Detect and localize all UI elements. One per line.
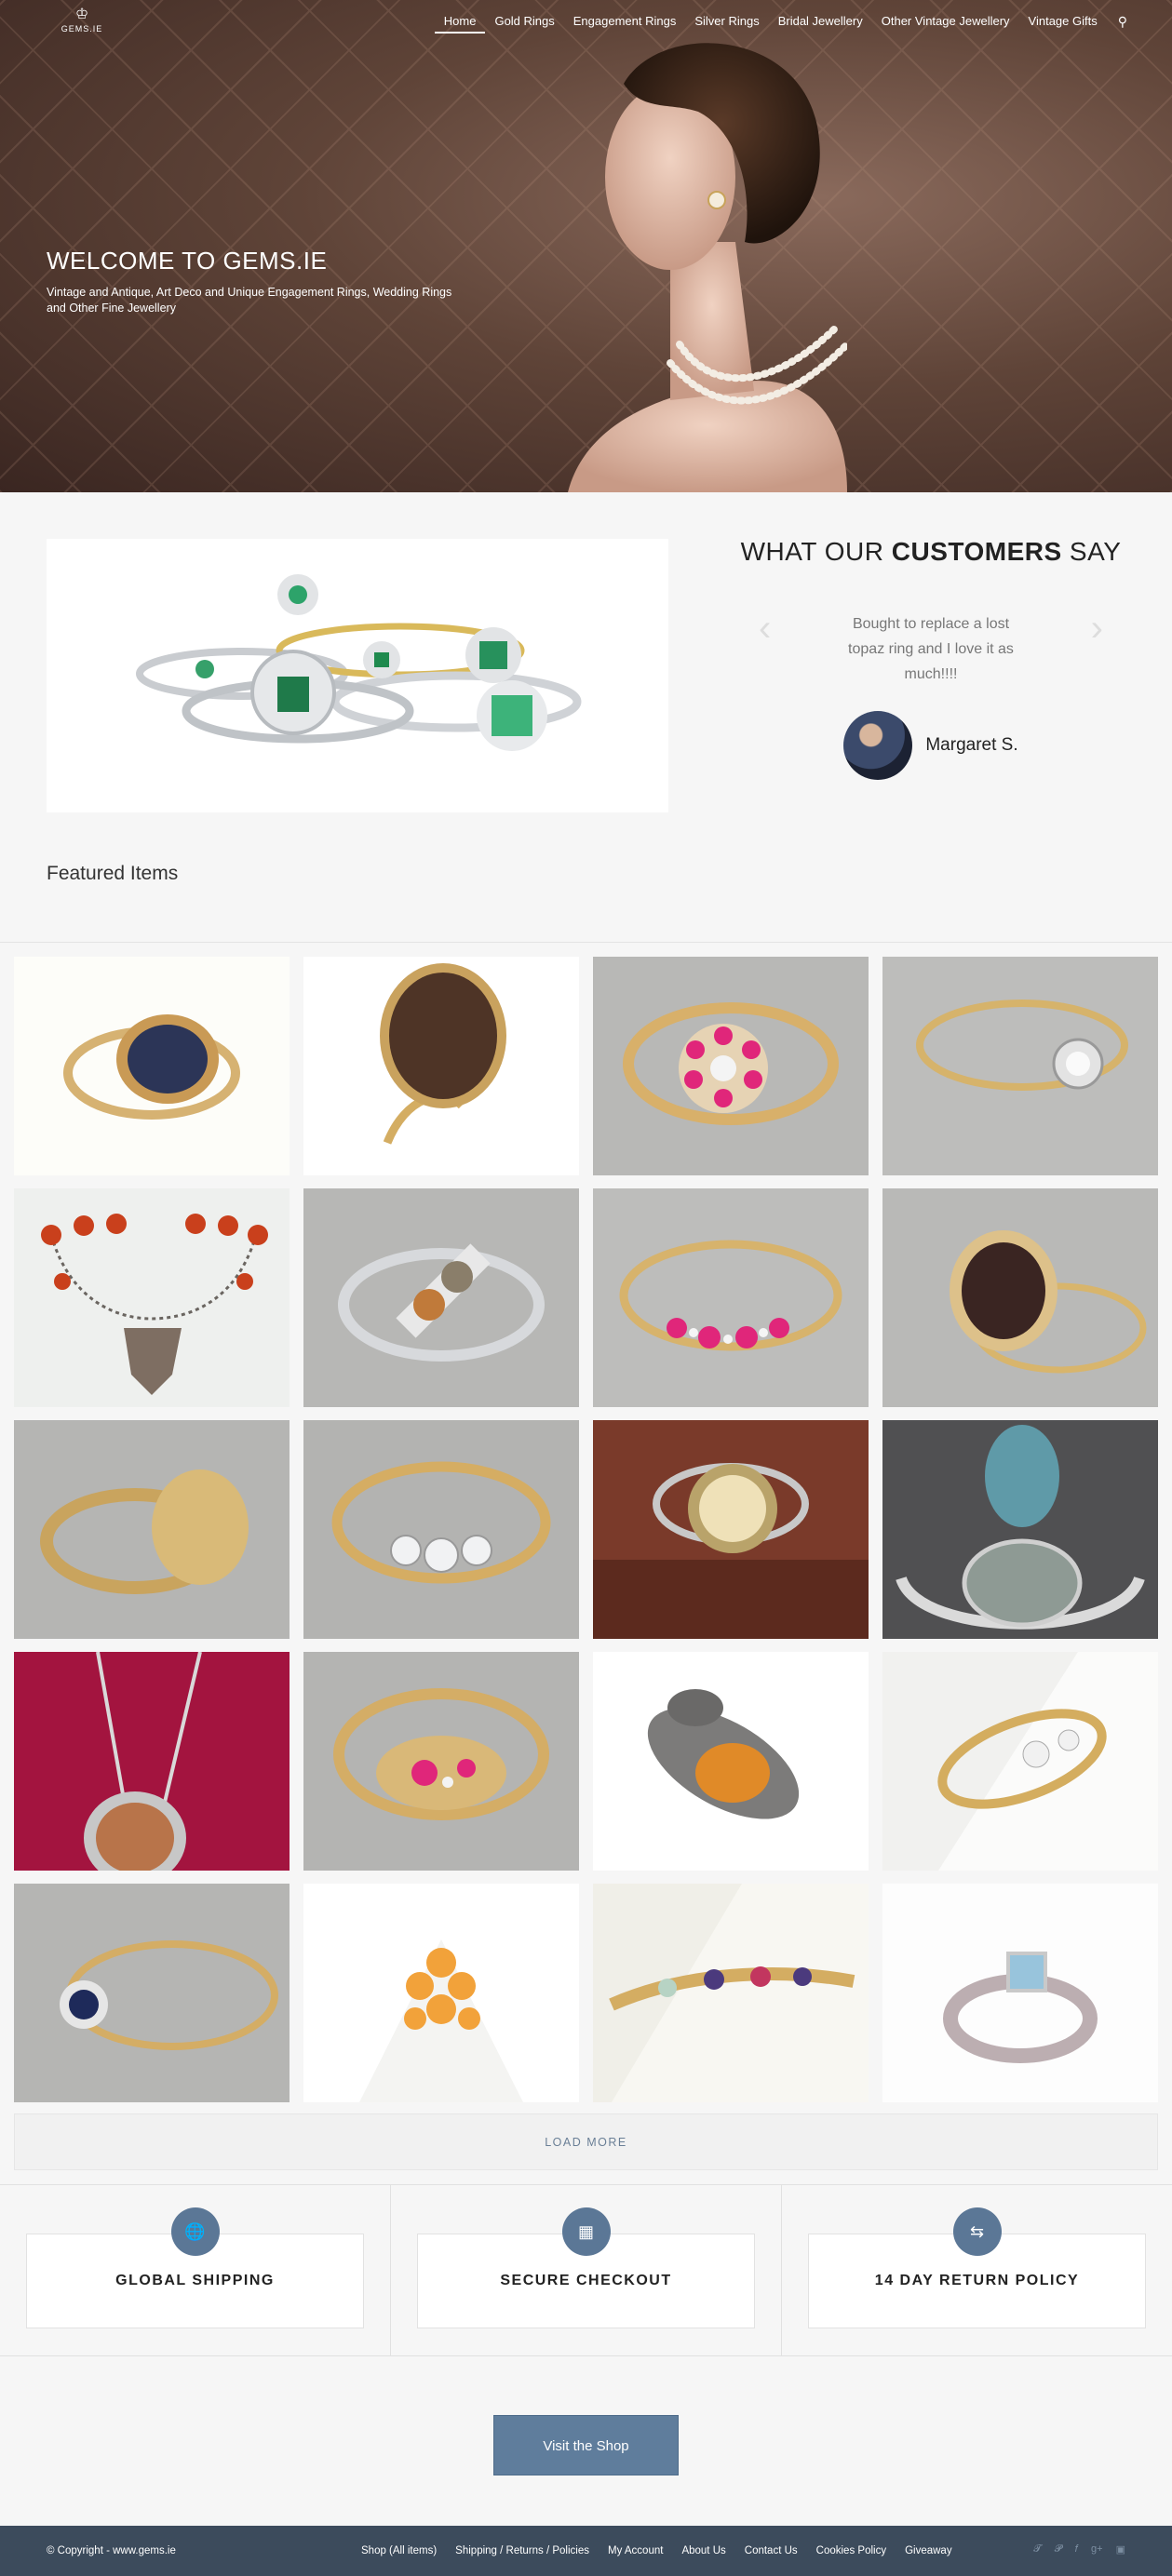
rings-showcase-image — [47, 539, 668, 812]
featured-items-heading: Featured Items — [47, 863, 179, 884]
globe-icon: 🌐 — [170, 2207, 220, 2256]
product-tile[interactable] — [593, 1652, 869, 1871]
testimonial-block: WHAT OUR CUSTOMERS SAY ‹ › Bought to rep… — [721, 537, 1140, 780]
product-tile[interactable] — [303, 1652, 579, 1871]
copyright: © Copyright - www.gems.ie — [47, 2545, 176, 2556]
gplus-icon[interactable]: g+ — [1091, 2543, 1103, 2556]
chevron-right-icon[interactable]: › — [1091, 610, 1103, 647]
product-tile[interactable] — [882, 1884, 1158, 2102]
nav-home[interactable]: Home — [434, 11, 486, 34]
hero-text: WELCOME TO GEMS.IE Vintage and Antique, … — [47, 247, 456, 316]
lock-icon: ▦ — [561, 2207, 611, 2256]
nav-gold-rings[interactable]: Gold Rings — [485, 11, 563, 34]
testimonial-name: Margaret S. — [925, 735, 1018, 755]
site-footer: © Copyright - www.gems.ie Shop (All item… — [0, 2526, 1172, 2576]
nav-vintage-gifts[interactable]: Vintage Gifts — [1019, 11, 1107, 34]
product-tile[interactable] — [14, 1652, 290, 1871]
footer-link-about[interactable]: About Us — [681, 2545, 725, 2556]
product-tile[interactable] — [882, 957, 1158, 1175]
footer-link-contact[interactable]: Contact Us — [745, 2545, 798, 2556]
product-tile[interactable] — [14, 1188, 290, 1407]
testimonial-author: Margaret S. — [721, 711, 1140, 780]
testimonial-title: WHAT OUR CUSTOMERS SAY — [740, 537, 1122, 566]
site-header: ♔ GEMS.IE Home Gold Rings Engagement Rin… — [0, 0, 1172, 47]
search-icon[interactable]: ⚲ — [1107, 11, 1127, 34]
main-nav: Home Gold Rings Engagement Rings Silver … — [434, 11, 1127, 34]
features-bar: 🌐 GLOBAL SHIPPING ▦ SECURE CHECKOUT ⇆ 14… — [0, 2184, 1172, 2356]
social-links: 𝓣 𝓟 𝑓 g+ ▣ — [1033, 2543, 1125, 2556]
nav-silver-rings[interactable]: Silver Rings — [685, 11, 768, 34]
avatar — [843, 711, 913, 780]
chevron-left-icon[interactable]: ‹ — [759, 610, 771, 647]
facebook-icon[interactable]: 𝑓 — [1075, 2543, 1078, 2556]
product-tile[interactable] — [303, 1420, 579, 1639]
product-tile[interactable] — [593, 1188, 869, 1407]
logo[interactable]: ♔ GEMS.IE — [58, 7, 106, 39]
footer-link-cookies[interactable]: Cookies Policy — [816, 2545, 886, 2556]
feature-global-shipping: 🌐 GLOBAL SHIPPING — [0, 2185, 391, 2355]
footer-link-shop[interactable]: Shop (All items) — [361, 2545, 437, 2556]
crown-icon: ♔ — [74, 7, 89, 22]
footer-link-account[interactable]: My Account — [608, 2545, 663, 2556]
product-tile[interactable] — [593, 1884, 869, 2102]
nav-engagement-rings[interactable]: Engagement Rings — [564, 11, 686, 34]
product-tile[interactable] — [882, 1652, 1158, 1871]
product-grid — [14, 957, 1158, 2102]
hero-banner: WELCOME TO GEMS.IE Vintage and Antique, … — [0, 0, 1172, 492]
testimonial-quote: Bought to replace a lost topaz ring and … — [848, 616, 1014, 682]
nav-other-vintage-jewellery[interactable]: Other Vintage Jewellery — [872, 11, 1019, 34]
pinterest-icon[interactable]: 𝓟 — [1055, 2543, 1062, 2556]
product-tile[interactable] — [14, 1420, 290, 1639]
product-tile[interactable] — [882, 1188, 1158, 1407]
nav-bridal-jewellery[interactable]: Bridal Jewellery — [769, 11, 872, 34]
product-tile[interactable] — [14, 1884, 290, 2102]
product-tile[interactable] — [593, 1420, 869, 1639]
logo-text: GEMS.IE — [61, 24, 103, 34]
hero-subtitle: Vintage and Antique, Art Deco and Unique… — [47, 286, 452, 315]
feature-secure-checkout: ▦ SECURE CHECKOUT — [391, 2185, 782, 2355]
product-tile[interactable] — [303, 1188, 579, 1407]
visit-shop-button[interactable]: Visit the Shop — [493, 2415, 679, 2475]
product-tile[interactable] — [882, 1420, 1158, 1639]
instagram-icon[interactable]: ▣ — [1116, 2543, 1125, 2556]
product-tile[interactable] — [303, 957, 579, 1175]
footer-link-shipping[interactable]: Shipping / Returns / Policies — [455, 2545, 589, 2556]
intro-section: WHAT OUR CUSTOMERS SAY ‹ › Bought to rep… — [0, 492, 1172, 943]
return-icon: ⇆ — [952, 2207, 1002, 2256]
product-tile[interactable] — [14, 957, 290, 1175]
feature-return-policy: ⇆ 14 DAY RETURN POLICY — [782, 2185, 1172, 2355]
hero-title: WELCOME TO GEMS.IE — [47, 247, 328, 275]
load-more-button[interactable]: LOAD MORE — [14, 2113, 1158, 2170]
hero-model-image — [568, 43, 847, 492]
product-tile[interactable] — [303, 1884, 579, 2102]
product-tile[interactable] — [593, 957, 869, 1175]
footer-link-giveaway[interactable]: Giveaway — [905, 2545, 952, 2556]
twitter-icon[interactable]: 𝓣 — [1033, 2543, 1041, 2556]
footer-nav: Shop (All items) Shipping / Returns / Po… — [361, 2545, 952, 2556]
